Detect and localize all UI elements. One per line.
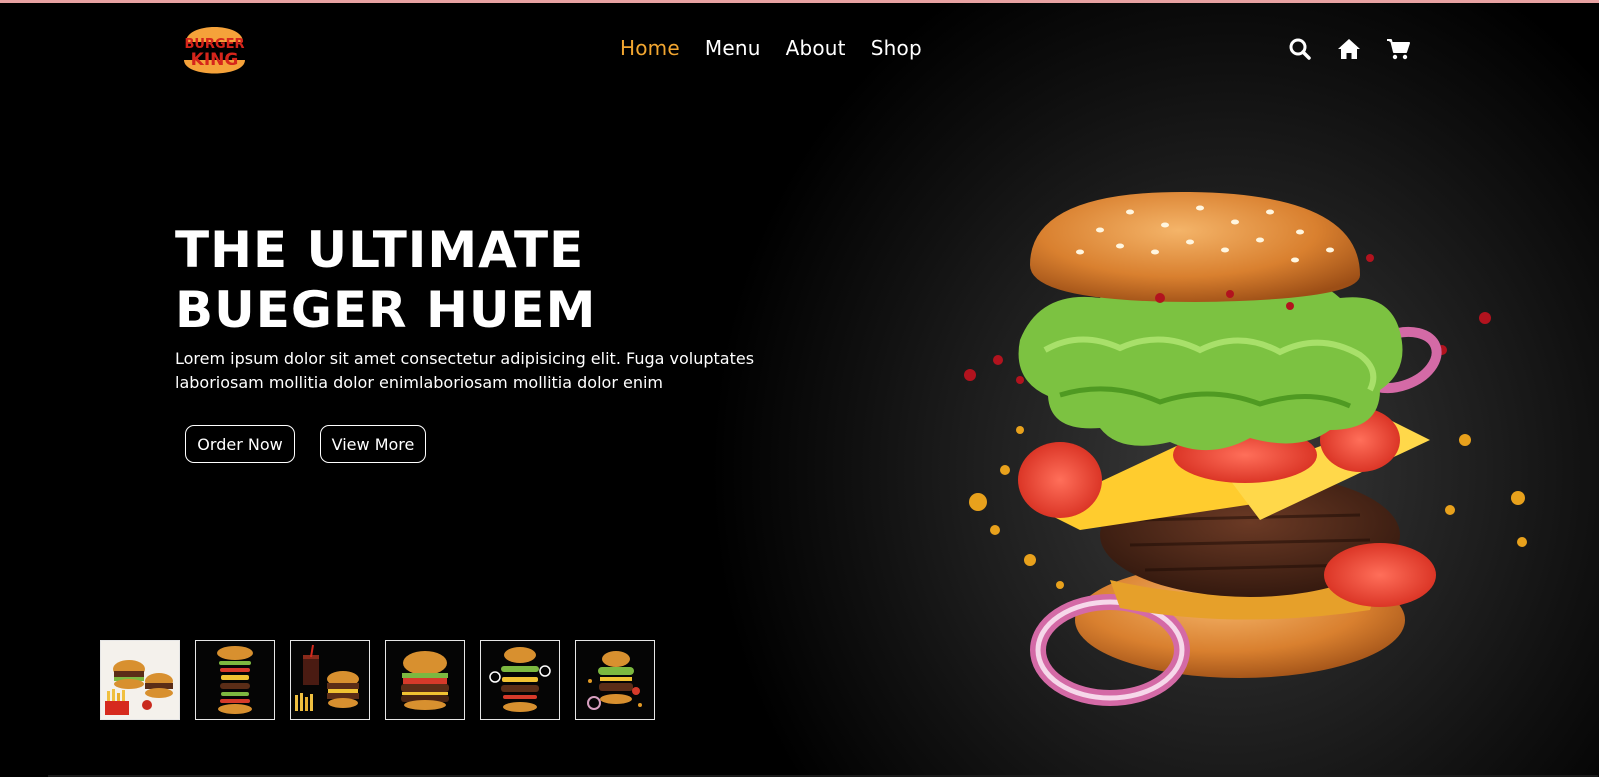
order-now-button[interactable]: Order Now bbox=[185, 425, 295, 463]
nav-item-menu[interactable]: Menu bbox=[705, 36, 761, 60]
hero-title-line2: BUEGER HUEM bbox=[175, 281, 597, 339]
thumbnail-double-cheeseburger[interactable] bbox=[385, 640, 465, 720]
nav-item-home[interactable]: Home bbox=[620, 36, 680, 60]
home-icon[interactable] bbox=[1336, 36, 1362, 62]
thumbnail-burger-fries-meal[interactable] bbox=[100, 640, 180, 720]
thumbnail-exploding-burger[interactable] bbox=[480, 640, 560, 720]
thumbnail-stacked-burger[interactable] bbox=[195, 640, 275, 720]
cart-icon[interactable] bbox=[1385, 36, 1411, 62]
hero-burger-image bbox=[960, 180, 1560, 740]
header-icons bbox=[1287, 36, 1434, 62]
top-accent-strip bbox=[0, 0, 1599, 3]
main-nav: Home Menu About Shop bbox=[620, 36, 947, 60]
thumbnail-burger-onions[interactable] bbox=[575, 640, 655, 720]
search-icon[interactable] bbox=[1287, 36, 1313, 62]
thumbnail-combo-meal[interactable] bbox=[290, 640, 370, 720]
view-more-button[interactable]: View More bbox=[320, 425, 426, 463]
burger-king-logo[interactable]: BURGER KING bbox=[180, 16, 249, 82]
thumbnail-strip bbox=[100, 640, 670, 720]
page: BURGER KING Home Menu About Shop THE ULT… bbox=[0, 0, 1599, 777]
nav-item-shop[interactable]: Shop bbox=[871, 36, 922, 60]
hero-description: Lorem ipsum dolor sit amet consectetur a… bbox=[175, 349, 755, 392]
logo-text-line2: KING bbox=[191, 50, 239, 70]
nav-item-about[interactable]: About bbox=[786, 36, 846, 60]
hero-title-line1: THE ULTIMATE bbox=[175, 221, 585, 279]
hero-title: THE ULTIMATE BUEGER HUEM bbox=[175, 220, 775, 340]
